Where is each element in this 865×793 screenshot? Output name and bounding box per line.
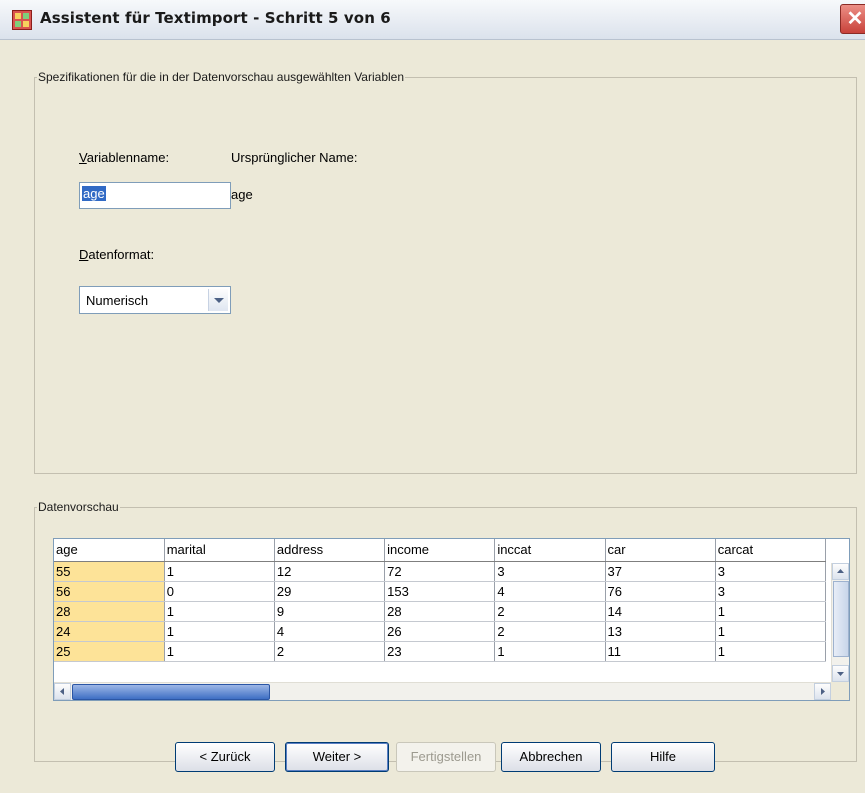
horizontal-scrollbar[interactable] — [54, 682, 832, 700]
table-cell[interactable]: 1 — [715, 601, 827, 622]
scroll-right-button[interactable] — [814, 683, 831, 700]
data-preview-table: age marital address income inccat car ca… — [54, 539, 827, 662]
data-preview-grid[interactable]: age marital address income inccat car ca… — [53, 538, 850, 701]
column-header[interactable]: carcat — [715, 539, 827, 562]
table-cell[interactable]: 1 — [164, 561, 275, 582]
scrollbar-corner — [831, 682, 849, 700]
varname-input[interactable]: age — [79, 182, 231, 209]
help-button[interactable]: Hilfe — [611, 742, 715, 772]
varname-label: Variablenname: — [79, 150, 170, 165]
original-name-label: Ursprünglicher Name: — [231, 150, 358, 165]
table-cell[interactable]: 28 — [54, 601, 165, 622]
import-wizard-window: Assistent für Textimport - Schritt 5 von… — [0, 0, 865, 793]
column-header[interactable]: car — [605, 539, 716, 562]
table-cell[interactable]: 37 — [605, 561, 716, 582]
table-cell[interactable]: 1 — [715, 621, 827, 642]
table-row: 28 1 9 28 2 14 1 — [54, 601, 827, 622]
cancel-button[interactable]: Abbrechen — [501, 742, 601, 772]
column-header[interactable]: address — [274, 539, 386, 562]
table-cell[interactable]: 1 — [164, 641, 275, 662]
table-row: 55 1 12 72 3 37 3 — [54, 561, 827, 582]
arrow-up-icon — [837, 569, 844, 573]
table-cell[interactable]: 24 — [54, 621, 165, 642]
table-cell[interactable]: 56 — [54, 581, 165, 602]
vertical-scrollbar[interactable] — [831, 563, 849, 683]
table-cell[interactable]: 29 — [274, 581, 386, 602]
table-cell[interactable]: 1 — [164, 621, 275, 642]
next-button[interactable]: Weiter > — [285, 742, 389, 772]
close-button[interactable]: ✕ — [840, 4, 865, 34]
header-row: age marital address income inccat car ca… — [54, 539, 827, 562]
table-cell[interactable]: 4 — [274, 621, 386, 642]
variable-spec-legend: Spezifikationen für die in der Datenvors… — [38, 70, 405, 84]
title-bar[interactable]: Assistent für Textimport - Schritt 5 von… — [0, 0, 865, 40]
table-cell[interactable]: 13 — [605, 621, 716, 642]
arrow-down-icon — [837, 672, 844, 676]
chevron-down-icon[interactable] — [208, 289, 228, 311]
table-row: 24 1 4 26 2 13 1 — [54, 621, 827, 642]
variable-spec-group: Spezifikationen für die in der Datenvors… — [34, 70, 857, 474]
back-button[interactable]: < Zurück — [175, 742, 275, 772]
table-cell[interactable]: 23 — [384, 641, 496, 662]
window-title: Assistent für Textimport - Schritt 5 von… — [40, 9, 391, 27]
table-cell[interactable]: 12 — [274, 561, 386, 582]
table-cell[interactable]: 0 — [164, 581, 275, 602]
table-cell[interactable]: 14 — [605, 601, 716, 622]
column-header[interactable]: income — [384, 539, 496, 562]
scroll-down-button[interactable] — [832, 665, 849, 682]
table-cell[interactable]: 9 — [274, 601, 386, 622]
close-icon: ✕ — [846, 8, 864, 30]
data-format-label: Datenformat: — [79, 247, 155, 262]
vertical-scroll-thumb[interactable] — [833, 581, 849, 657]
table-cell[interactable]: 72 — [384, 561, 496, 582]
table-cell[interactable]: 26 — [384, 621, 496, 642]
original-name-value: age — [231, 187, 253, 202]
table-cell[interactable]: 3 — [715, 561, 827, 582]
table-row: 25 1 2 23 1 11 1 — [54, 641, 827, 662]
table-cell[interactable]: 2 — [274, 641, 386, 662]
arrow-right-icon — [821, 688, 825, 695]
data-format-select[interactable]: Numerisch — [79, 286, 231, 314]
table-cell[interactable]: 25 — [54, 641, 165, 662]
table-cell[interactable]: 3 — [715, 581, 827, 602]
table-cell[interactable]: 4 — [494, 581, 606, 602]
column-header[interactable]: inccat — [494, 539, 606, 562]
table-row: 56 0 29 153 4 76 3 — [54, 581, 827, 602]
column-header[interactable]: marital — [164, 539, 275, 562]
table-cell[interactable]: 1 — [164, 601, 275, 622]
data-format-value: Numerisch — [86, 293, 149, 308]
varname-value: age — [82, 186, 106, 201]
finish-button[interactable]: Fertigstellen — [396, 742, 496, 772]
horizontal-scroll-thumb[interactable] — [72, 684, 270, 700]
dialog-client: Spezifikationen für die in der Datenvors… — [8, 40, 865, 793]
table-cell[interactable]: 2 — [494, 601, 606, 622]
table-cell[interactable]: 1 — [715, 641, 827, 662]
table-cell[interactable]: 2 — [494, 621, 606, 642]
column-header[interactable]: age — [54, 539, 165, 562]
table-cell[interactable]: 1 — [494, 641, 606, 662]
scroll-up-button[interactable] — [832, 563, 849, 580]
arrow-left-icon — [60, 688, 64, 695]
scroll-left-button[interactable] — [54, 683, 71, 700]
table-cell[interactable]: 76 — [605, 581, 716, 602]
table-cell[interactable]: 55 — [54, 561, 165, 582]
data-preview-legend: Datenvorschau — [38, 500, 119, 514]
data-preview-group: Datenvorschau age marital address income… — [34, 500, 857, 762]
table-cell[interactable]: 153 — [384, 581, 496, 602]
table-cell[interactable]: 28 — [384, 601, 496, 622]
table-cell[interactable]: 3 — [494, 561, 606, 582]
table-cell[interactable]: 11 — [605, 641, 716, 662]
spreadsheet-icon — [12, 10, 32, 30]
